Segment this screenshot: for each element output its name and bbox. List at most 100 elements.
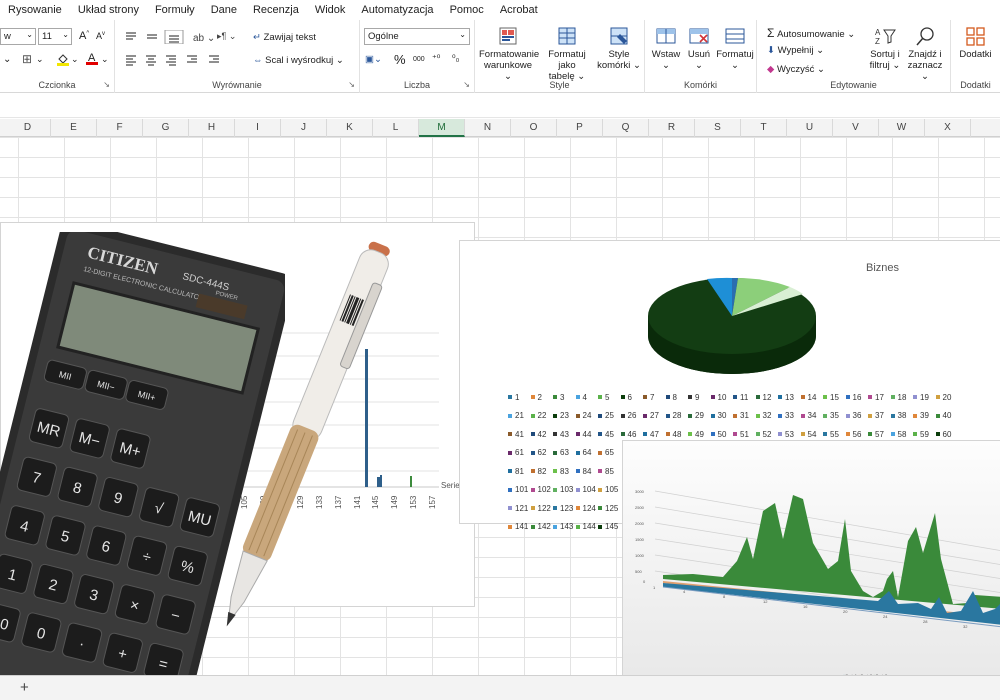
column-header-e[interactable]: E xyxy=(51,119,97,137)
column-header-r[interactable]: R xyxy=(649,119,695,137)
column-header-u[interactable]: U xyxy=(787,119,833,137)
number-format-select[interactable]: Ogólne ⌄ xyxy=(364,28,470,45)
chevron-down-icon[interactable]: ⌄ xyxy=(36,54,44,65)
shrink-font-button[interactable]: Av xyxy=(96,31,105,41)
grow-font-button[interactable]: A^ xyxy=(79,30,89,42)
dialog-launcher-icon[interactable]: ↘ xyxy=(103,80,110,89)
border-dropdown-icon[interactable]: ⌄ xyxy=(3,54,11,65)
format-cells-button[interactable]: Formatuj ⌄ xyxy=(716,26,754,71)
legend-swatch xyxy=(710,395,715,400)
tab-dane[interactable]: Dane xyxy=(203,4,245,16)
column-header-d[interactable]: D xyxy=(5,119,51,137)
font-color-icon[interactable]: A xyxy=(85,50,99,69)
merge-center-button[interactable]: ⇔ Scal i wyśrodkuj ⌄ xyxy=(253,55,344,66)
indent-arrows-icon[interactable]: ▸¶ ⌄ xyxy=(217,31,236,42)
wrap-text-button[interactable]: ↵ Zawijaj tekst xyxy=(253,32,316,43)
column-header-w[interactable]: W xyxy=(879,119,925,137)
tab-rysowanie[interactable]: Rysowanie xyxy=(0,4,70,16)
vertical-align-icons[interactable]: ab ⌄ xyxy=(125,30,225,44)
tab-widok[interactable]: Widok xyxy=(307,4,354,16)
format-as-table-button[interactable]: Formatuj jako tabelę ⌄ xyxy=(539,26,595,82)
legend-swatch xyxy=(643,432,647,437)
currency-icon[interactable]: ▣⌄ xyxy=(365,54,382,65)
horizontal-align-icons[interactable] xyxy=(125,54,230,66)
legend-swatch xyxy=(710,432,715,437)
addins-button[interactable]: Dodatki xyxy=(953,26,998,60)
legend-swatch xyxy=(598,413,602,418)
column-header-q[interactable]: Q xyxy=(603,119,649,137)
column-header-t[interactable]: T xyxy=(741,119,787,137)
increase-decimal-icon[interactable]: ⁺⁰ xyxy=(432,53,440,64)
legend-swatch xyxy=(935,413,940,418)
thousands-button[interactable]: 000 xyxy=(413,56,425,63)
font-name-select[interactable]: w ⌄ xyxy=(0,28,36,45)
fill-color-icon[interactable] xyxy=(56,52,70,69)
decrease-decimal-icon[interactable]: ⁰₀ xyxy=(452,53,459,64)
legend-swatch xyxy=(575,395,580,400)
legend-swatch xyxy=(800,395,805,400)
dialog-launcher-icon[interactable]: ↘ xyxy=(348,80,355,89)
legend-swatch xyxy=(710,413,715,418)
legend-swatch xyxy=(665,413,670,418)
chevron-down-icon[interactable]: ⌄ xyxy=(101,54,109,65)
column-header-l[interactable]: L xyxy=(373,119,419,137)
column-header-m[interactable]: M xyxy=(419,119,465,137)
delete-cells-button[interactable]: Usuń ⌄ xyxy=(684,26,714,71)
percent-button[interactable]: % xyxy=(394,52,406,67)
borders-icon[interactable]: ⊞ xyxy=(22,52,32,66)
column-header-s[interactable]: S xyxy=(695,119,741,137)
pie-legend-item: 56 xyxy=(845,430,869,439)
tab-automatyzacja[interactable]: Automatyzacja xyxy=(353,4,441,16)
sort-filter-button[interactable]: AZ Sortuj i filtruj ⌄ xyxy=(867,26,903,71)
tab-formuly[interactable]: Formuły xyxy=(147,4,203,16)
insert-cells-button[interactable]: Wstaw ⌄ xyxy=(650,26,682,71)
legend-swatch xyxy=(845,432,850,437)
clear-button[interactable]: ◆ Wyczyść ⌄ xyxy=(767,64,825,75)
pie-legend-item: 26 xyxy=(620,411,644,420)
column-header-k[interactable]: K xyxy=(327,119,373,137)
legend-swatch xyxy=(800,413,805,418)
font-size-select[interactable]: 11 ⌄ xyxy=(38,28,72,45)
column-header-i[interactable]: I xyxy=(235,119,281,137)
fill-button[interactable]: ⬇ Wypełnij ⌄ xyxy=(767,45,824,56)
formula-bar-area xyxy=(0,94,1000,118)
autosum-button[interactable]: Σ Autosumowanie ⌄ xyxy=(767,26,855,40)
pie-legend-item: 65 xyxy=(598,448,621,457)
pie-legend-item: 29 xyxy=(688,411,711,420)
legend-swatch xyxy=(553,487,557,492)
area-3d-chart[interactable]: 3000 2500 2000 1500 1000 500 0 148 12 16 20 24 2… xyxy=(622,440,1000,685)
chevron-down-icon[interactable]: ⌄ xyxy=(71,54,79,65)
conditional-formatting-button[interactable]: Formatowanie warunkowe ⌄ xyxy=(479,26,539,82)
column-header-h[interactable]: H xyxy=(189,119,235,137)
legend-swatch xyxy=(553,469,557,474)
pie-legend-item: 82 xyxy=(530,467,554,476)
svg-text:12: 12 xyxy=(763,599,768,604)
group-wyrownanie: ab ⌄ ▸¶ ⌄ ↵ Zawijaj tekst ⇔ Scal i wyśro… xyxy=(115,20,360,93)
legend-swatch xyxy=(553,524,557,529)
svg-text:28: 28 xyxy=(923,619,928,624)
dialog-launcher-icon[interactable]: ↘ xyxy=(463,80,470,89)
column-header-x[interactable]: X xyxy=(925,119,971,137)
column-header-p[interactable]: P xyxy=(557,119,603,137)
column-header-v[interactable]: V xyxy=(833,119,879,137)
svg-text:ab ⌄: ab ⌄ xyxy=(193,33,215,44)
pie-legend-item: 104 xyxy=(575,485,599,494)
add-sheet-button[interactable]: + xyxy=(20,679,29,696)
svg-text:2500: 2500 xyxy=(635,505,645,510)
cell-styles-button[interactable]: Style komórki ⌄ xyxy=(597,26,641,71)
tab-pomoc[interactable]: Pomoc xyxy=(442,4,492,16)
tab-acrobat[interactable]: Acrobat xyxy=(492,4,546,16)
legend-swatch xyxy=(643,395,647,400)
pie-legend-item: 63 xyxy=(553,448,576,457)
column-header-f[interactable]: F xyxy=(97,119,143,137)
pie-legend-item: 16 xyxy=(845,393,869,402)
tab-recenzja[interactable]: Recenzja xyxy=(245,4,307,16)
legend-swatch xyxy=(530,432,535,437)
column-header-j[interactable]: J xyxy=(281,119,327,137)
tab-uklad-strony[interactable]: Układ strony xyxy=(70,4,147,16)
find-select-button[interactable]: Znajdź i zaznacz ⌄ xyxy=(905,26,945,82)
column-header-g[interactable]: G xyxy=(143,119,189,137)
column-header-n[interactable]: N xyxy=(465,119,511,137)
column-header-o[interactable]: O xyxy=(511,119,557,137)
legend-swatch xyxy=(598,450,602,455)
